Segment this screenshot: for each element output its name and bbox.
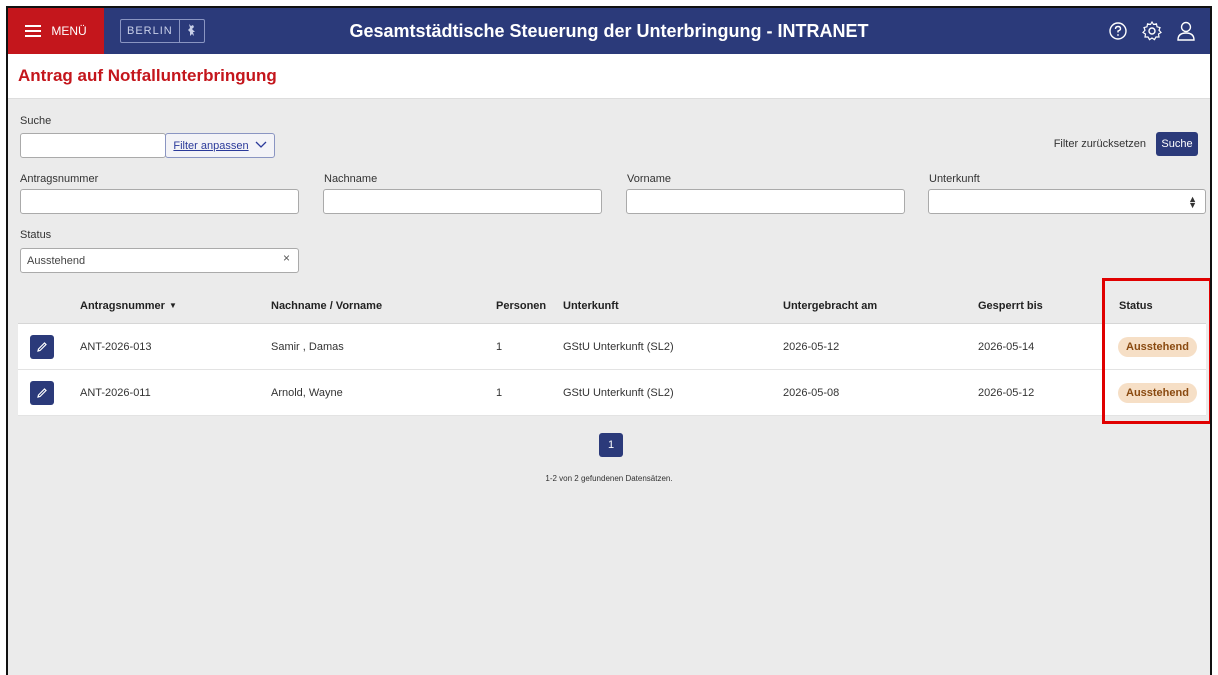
berlin-logo[interactable]: BERLIN: [120, 19, 205, 43]
sort-desc-icon: ▼: [168, 301, 177, 310]
cell-unterkunft: GStU Unterkunft (SL2): [563, 340, 674, 353]
user-icon[interactable]: [1174, 19, 1198, 43]
column-header-antragsnummer[interactable]: Antragsnummer ▼: [80, 288, 177, 323]
column-header-unterkunft[interactable]: Unterkunft: [563, 288, 619, 323]
column-header-status[interactable]: Status: [1119, 288, 1153, 323]
results-table: Antragsnummer ▼ Nachname / Vorname Perso…: [18, 288, 1206, 416]
status-filter-input[interactable]: Ausstehend ×: [20, 248, 299, 273]
app-frame: MENÜ BERLIN Gesamtstädtische Steuerung d…: [6, 6, 1212, 675]
status-filter-value: Ausstehend: [27, 255, 86, 267]
cell-unterkunft: GStU Unterkunft (SL2): [563, 386, 674, 399]
filter-adjust-label: Filter anpassen: [173, 139, 249, 152]
cell-antragsnummer[interactable]: ANT-2026-013: [80, 324, 152, 369]
result-count: 1-2 von 2 gefundenen Datensätzen.: [545, 474, 673, 483]
cell-personen: 1: [496, 386, 503, 399]
edit-icon: [37, 341, 47, 352]
menu-label: MENÜ: [51, 24, 87, 38]
cell-untergebracht: 2026-05-08: [783, 386, 840, 399]
table-header: Antragsnummer ▼ Nachname / Vorname Perso…: [18, 288, 1206, 324]
nachname-input[interactable]: [323, 189, 602, 214]
menu-button[interactable]: MENÜ: [8, 8, 104, 54]
logo-text: BERLIN: [121, 20, 180, 42]
search-label: Suche: [20, 115, 52, 127]
edit-button[interactable]: [30, 380, 54, 405]
unterkunft-select[interactable]: ▲ ▼: [928, 189, 1206, 214]
cell-untergebracht: 2026-05-12: [783, 340, 840, 353]
column-header-name[interactable]: Nachname / Vorname: [271, 288, 382, 323]
menu-icon: [25, 25, 42, 37]
berlin-bear-icon: [180, 23, 204, 40]
nachname-label: Nachname: [324, 173, 378, 185]
cell-personen: 1: [496, 340, 503, 353]
search-input[interactable]: [20, 133, 166, 158]
cell-gesperrt: 2026-05-12: [978, 386, 1035, 399]
chevron-down-icon: [255, 140, 267, 152]
table-row: ANT-2026-013 Samir , Damas 1 GStU Unterk…: [18, 324, 1206, 370]
table-row: ANT-2026-011 Arnold, Wayne 1 GStU Unterk…: [18, 370, 1206, 416]
column-header-gesperrt[interactable]: Gesperrt bis: [978, 288, 1043, 323]
column-header-personen[interactable]: Personen: [496, 288, 546, 323]
clear-icon[interactable]: ×: [283, 251, 290, 265]
page-header: Antrag auf Notfallunterbringung: [8, 54, 1210, 99]
antragsnummer-label: Antragsnummer: [20, 173, 99, 185]
antragsnummer-input[interactable]: [20, 189, 299, 214]
search-button[interactable]: Suche: [1156, 132, 1198, 156]
status-label: Status: [20, 229, 52, 241]
help-icon[interactable]: [1106, 19, 1130, 43]
status-badge: Ausstehend: [1118, 382, 1197, 403]
cell-gesperrt: 2026-05-14: [978, 340, 1035, 353]
edit-icon: [37, 387, 47, 398]
vorname-label: Vorname: [627, 173, 672, 185]
edit-button[interactable]: [30, 334, 54, 359]
cell-name: Arnold, Wayne: [271, 386, 343, 399]
reset-filters-link[interactable]: Filter zurücksetzen: [1054, 138, 1146, 150]
page-title: Antrag auf Notfallunterbringung: [18, 66, 277, 85]
column-header-untergebracht[interactable]: Untergebracht am: [783, 288, 877, 323]
status-badge: Ausstehend: [1118, 336, 1197, 357]
unterkunft-label: Unterkunft: [929, 173, 980, 185]
filter-adjust-button[interactable]: Filter anpassen: [165, 133, 275, 158]
settings-icon[interactable]: [1140, 19, 1164, 43]
page-button-current[interactable]: 1: [599, 433, 623, 457]
select-arrows-icon: ▲ ▼: [1188, 194, 1197, 210]
cell-name: Samir , Damas: [271, 340, 344, 353]
vorname-input[interactable]: [626, 189, 905, 214]
top-bar: MENÜ BERLIN Gesamtstädtische Steuerung d…: [8, 8, 1210, 54]
cell-antragsnummer[interactable]: ANT-2026-011: [80, 370, 151, 415]
